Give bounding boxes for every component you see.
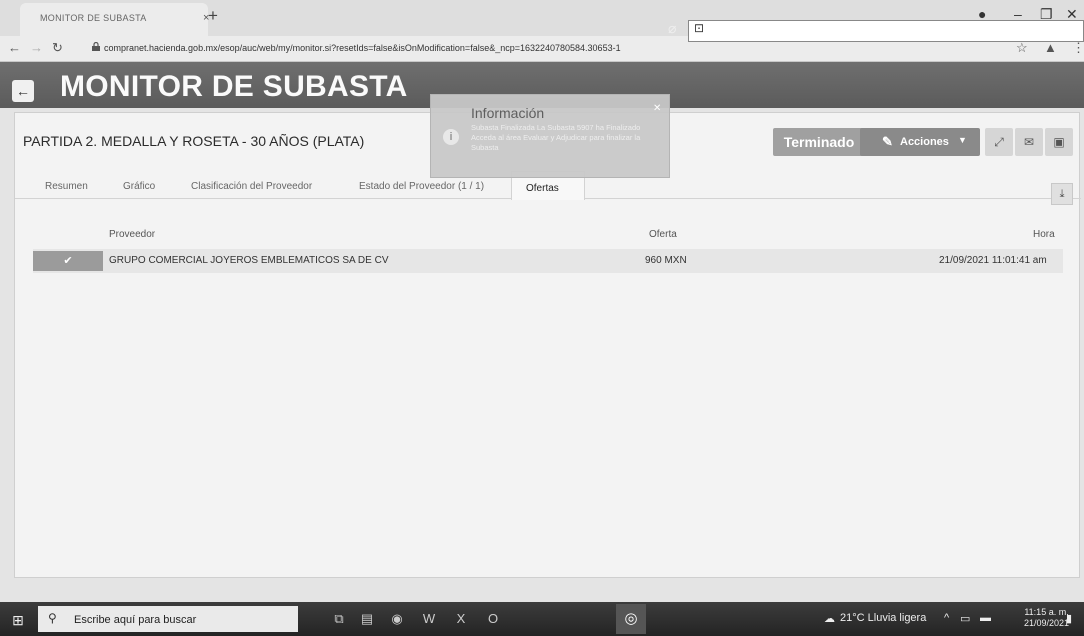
- clock-time: 11:15 a. m.: [1024, 607, 1069, 617]
- tag-icon[interactable]: ⌀: [668, 20, 676, 37]
- screen: MONITOR DE SUBASTA × + ● – ❐ ✕ ← → ↻ com…: [0, 0, 1084, 636]
- clock-date: 21/09/2021: [1024, 618, 1070, 628]
- inbox-icon: ⊡: [694, 21, 705, 35]
- bookmark-star-icon[interactable]: ☆: [1016, 40, 1028, 56]
- account-icon[interactable]: ▲: [1044, 40, 1057, 55]
- page-title: MONITOR DE SUBASTA: [60, 70, 408, 103]
- notification-title: Información: [471, 105, 545, 121]
- weather-text[interactable]: 21°C Lluvia ligera: [840, 612, 926, 624]
- actions-label: Acciones: [900, 136, 949, 148]
- taskbar-search-placeholder: Escribe aquí para buscar: [74, 614, 197, 626]
- word-icon[interactable]: W: [420, 611, 438, 627]
- notification-message: Subasta Finalizada La Subasta 5907 ha Fi…: [471, 123, 641, 152]
- battery-icon[interactable]: ▬: [980, 612, 991, 624]
- download-button[interactable]: ⤓: [1051, 183, 1073, 205]
- chrome-icon[interactable]: ◎: [616, 604, 646, 634]
- status-terminado-button[interactable]: Terminado: [773, 128, 865, 156]
- chevron-up-icon[interactable]: ^: [944, 612, 949, 624]
- auction-card: PARTIDA 2. MEDALLA Y ROSETA - 30 AÑOS (P…: [14, 112, 1081, 578]
- reload-icon[interactable]: ↻: [52, 40, 63, 56]
- file-explorer-icon[interactable]: ▤: [358, 611, 376, 627]
- tab-clasificacion[interactable]: Clasificación del Proveedor: [191, 181, 312, 192]
- url-field[interactable]: compranet.hacienda.gob.mx/esop/auc/web/m…: [104, 43, 621, 53]
- back-arrow-icon[interactable]: ←: [8, 40, 21, 55]
- windows-start-icon[interactable]: ⊞: [10, 612, 26, 628]
- column-proveedor: Proveedor: [109, 229, 156, 240]
- app-back-button[interactable]: ←: [12, 80, 34, 102]
- image-icon: ▣: [1053, 135, 1065, 149]
- outlook-icon[interactable]: O: [484, 611, 502, 627]
- clock[interactable]: 11:15 a. m. 21/09/2021: [1024, 607, 1069, 629]
- image-button[interactable]: ▣: [1045, 128, 1073, 156]
- chevron-down-icon: ▼: [958, 135, 967, 145]
- tab-estado[interactable]: Estado del Proveedor (1 / 1): [359, 181, 484, 192]
- network-icon[interactable]: ▭: [960, 612, 970, 625]
- weather-icon: ☁: [824, 613, 835, 625]
- partida-title: PARTIDA 2. MEDALLA Y ROSETA - 30 AÑOS (P…: [23, 133, 365, 149]
- browser-tab[interactable]: MONITOR DE SUBASTA ×: [20, 3, 209, 36]
- cell-oferta: 960 MXN: [645, 255, 687, 266]
- tab-resumen[interactable]: Resumen: [45, 181, 88, 192]
- new-tab-button[interactable]: +: [208, 6, 218, 26]
- column-oferta: Oferta: [649, 229, 677, 240]
- forward-arrow-icon[interactable]: →: [30, 40, 43, 55]
- menu-icon[interactable]: ⋮: [1072, 40, 1084, 56]
- info-notification: Información i Subasta Finalizada La Suba…: [430, 94, 670, 178]
- task-view-icon[interactable]: ⧉: [330, 611, 348, 627]
- firefox-icon[interactable]: ◉: [388, 611, 406, 627]
- notifications-icon[interactable]: ▮: [1066, 612, 1072, 625]
- taskbar-search-input[interactable]: ⚲ Escribe aquí para buscar: [38, 606, 298, 632]
- wrench-icon: ✎: [882, 134, 893, 149]
- table-header: Proveedor Oferta Hora: [33, 229, 1063, 245]
- expand-button[interactable]: ⤢: [985, 128, 1013, 156]
- expand-icon: ⤢: [994, 135, 1004, 149]
- taskbar: ⊞ ⚲ Escribe aquí para buscar ⧉ ▤ ◉ W X O…: [0, 602, 1084, 636]
- arrow-left-icon: ←: [16, 83, 30, 99]
- cell-proveedor: GRUPO COMERCIAL JOYEROS EMBLEMATICOS SA …: [109, 255, 389, 266]
- lock-icon: [92, 42, 100, 51]
- tab-ofertas-label: Ofertas: [526, 183, 559, 194]
- header-search-input[interactable]: [688, 20, 1084, 42]
- envelope-icon: ✉: [1023, 135, 1035, 149]
- search-icon: ⚲: [48, 611, 57, 625]
- tab-grafico[interactable]: Gráfico: [123, 181, 155, 192]
- table-row[interactable]: ✔ GRUPO COMERCIAL JOYEROS EMBLEMATICOS S…: [33, 249, 1063, 273]
- download-icon: ⤓: [1059, 188, 1065, 200]
- actions-dropdown-button[interactable]: ✎ Acciones ▼: [860, 128, 980, 156]
- browser-tab-title: MONITOR DE SUBASTA: [40, 13, 147, 23]
- column-hora: Hora: [1033, 229, 1055, 240]
- excel-icon[interactable]: X: [452, 611, 470, 627]
- info-icon: i: [443, 129, 459, 145]
- cell-hora: 21/09/2021 11:01:41 am: [939, 255, 1047, 266]
- email-button[interactable]: ✉: [1015, 128, 1043, 156]
- close-icon[interactable]: ✕: [653, 103, 661, 114]
- checkmark-icon[interactable]: ✔: [33, 251, 103, 271]
